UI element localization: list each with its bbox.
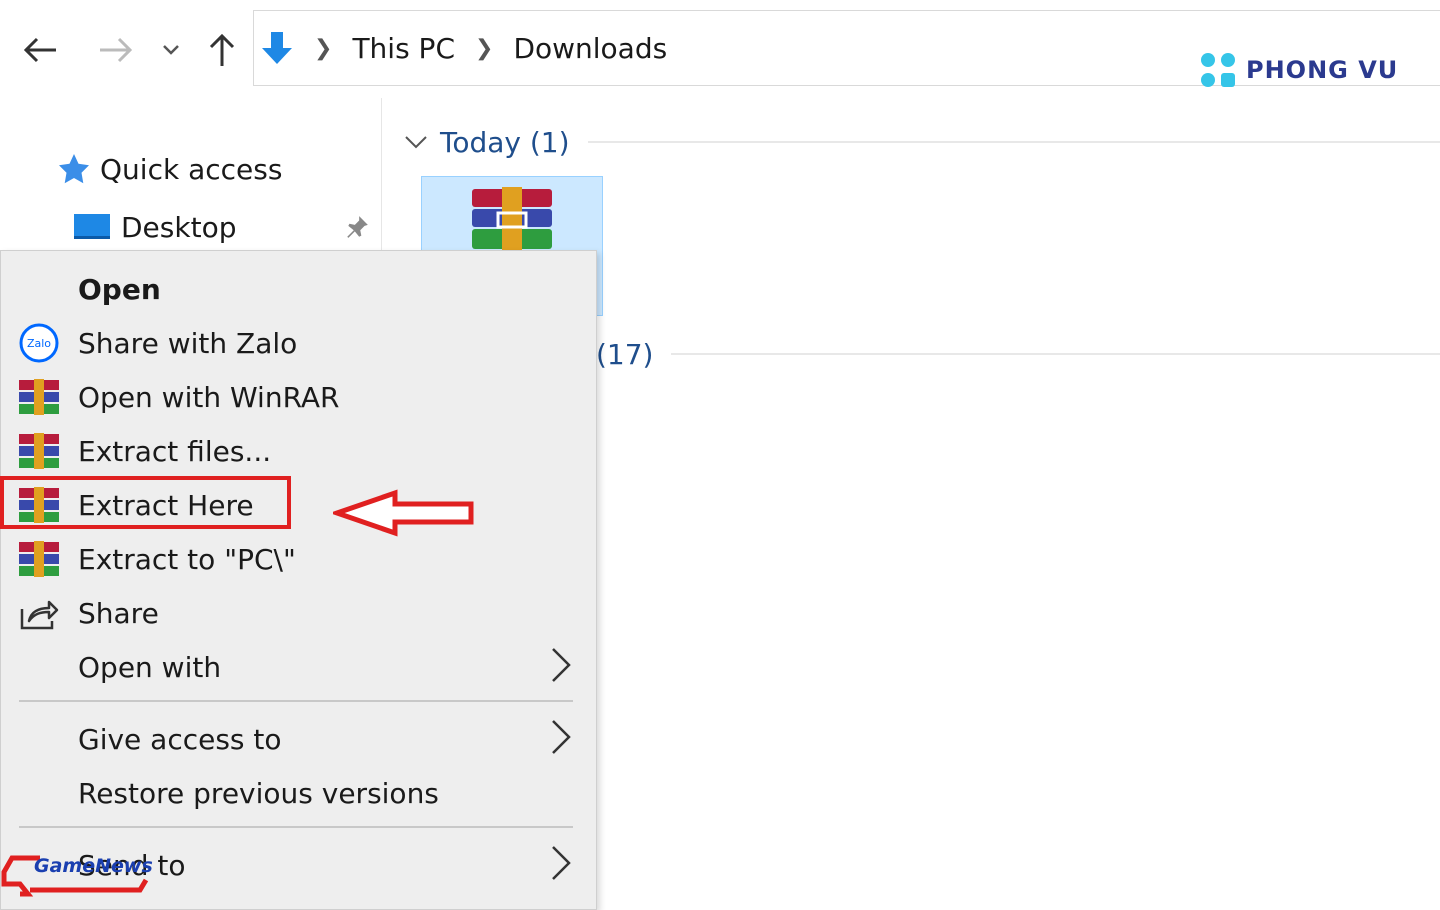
winrar-icon	[18, 538, 60, 580]
arrow-right-icon	[100, 37, 133, 63]
menu-label: Share with Zalo	[78, 326, 298, 360]
nav-label: Desktop	[121, 210, 237, 244]
nav-label: Quick access	[100, 152, 283, 186]
downloads-icon	[262, 32, 292, 64]
phongvu-logo: PHONG VU	[1198, 50, 1398, 90]
chevron-right-icon: ❯	[314, 35, 333, 61]
group-divider	[587, 141, 1440, 143]
arrow-left-icon	[23, 37, 56, 63]
menu-label: Open with	[78, 650, 222, 684]
menu-label: Give access to	[78, 722, 282, 756]
pin-icon	[344, 214, 370, 244]
menu-label: Open with WinRAR	[78, 380, 340, 414]
svg-text:GameNews: GameNews	[34, 855, 153, 877]
group-label: Today (1)	[440, 125, 570, 159]
menu-item-open-winrar[interactable]: Open with WinRAR	[1, 372, 597, 422]
context-menu: Open Zalo Share with Zalo Open with WinR…	[0, 250, 597, 910]
menu-item-open[interactable]: Open	[1, 264, 597, 314]
menu-item-extract-to[interactable]: Extract to "PC\"	[1, 534, 597, 584]
up-button[interactable]	[202, 30, 242, 70]
menu-separator	[19, 826, 573, 828]
desktop-icon	[74, 214, 110, 239]
group-label: (17)	[596, 337, 654, 371]
chevron-down-icon	[163, 45, 179, 55]
menu-item-share[interactable]: Share	[1, 588, 597, 638]
menu-label: Extract to "PC\"	[78, 542, 296, 576]
back-button[interactable]	[20, 30, 60, 70]
menu-item-extract-files[interactable]: Extract files...	[1, 426, 597, 476]
logo-text: PHONG VU	[1246, 56, 1399, 84]
logo-dots-icon	[1201, 53, 1235, 87]
menu-item-share-zalo[interactable]: Zalo Share with Zalo	[1, 318, 597, 368]
winrar-icon	[18, 376, 60, 418]
pointer-arrow-icon	[329, 489, 475, 541]
star-icon	[59, 154, 89, 184]
menu-label: Extract files...	[78, 434, 272, 468]
winrar-icon	[18, 430, 60, 472]
chevron-right-icon: ❯	[475, 35, 494, 61]
winrar-archive-icon	[472, 187, 552, 251]
share-icon	[18, 592, 60, 634]
menu-label: Share	[78, 596, 159, 630]
menu-item-restore-versions[interactable]: Restore previous versions	[1, 768, 597, 818]
svg-text:Zalo: Zalo	[27, 337, 51, 350]
group-today[interactable]: Today (1)	[404, 122, 1440, 162]
breadcrumb-this-pc[interactable]: This PC	[352, 32, 455, 65]
menu-label: Restore previous versions	[78, 776, 439, 810]
chevron-down-icon	[405, 136, 427, 149]
nav-item-quick-access[interactable]: Quick access	[56, 148, 282, 190]
menu-label: Open	[78, 272, 161, 306]
chevron-right-icon	[549, 647, 573, 687]
nav-item-desktop[interactable]: Desktop	[73, 206, 236, 248]
recent-locations-button[interactable]	[158, 30, 184, 70]
menu-item-give-access[interactable]: Give access to	[1, 714, 597, 764]
group-divider	[671, 353, 1440, 355]
menu-item-open-with[interactable]: Open with	[1, 642, 597, 692]
breadcrumb-downloads[interactable]: Downloads	[513, 32, 667, 65]
chevron-right-icon	[549, 719, 573, 759]
zalo-icon: Zalo	[18, 322, 60, 364]
chevron-right-icon	[549, 845, 573, 885]
menu-separator	[19, 700, 573, 702]
forward-button[interactable]	[96, 30, 136, 70]
group-earlier[interactable]: (17)	[596, 334, 1440, 374]
arrow-up-icon	[209, 33, 235, 66]
nav-pane-divider	[381, 98, 382, 258]
gamenews-watermark: GameNews	[0, 852, 160, 902]
extract-here-highlight	[0, 476, 291, 529]
